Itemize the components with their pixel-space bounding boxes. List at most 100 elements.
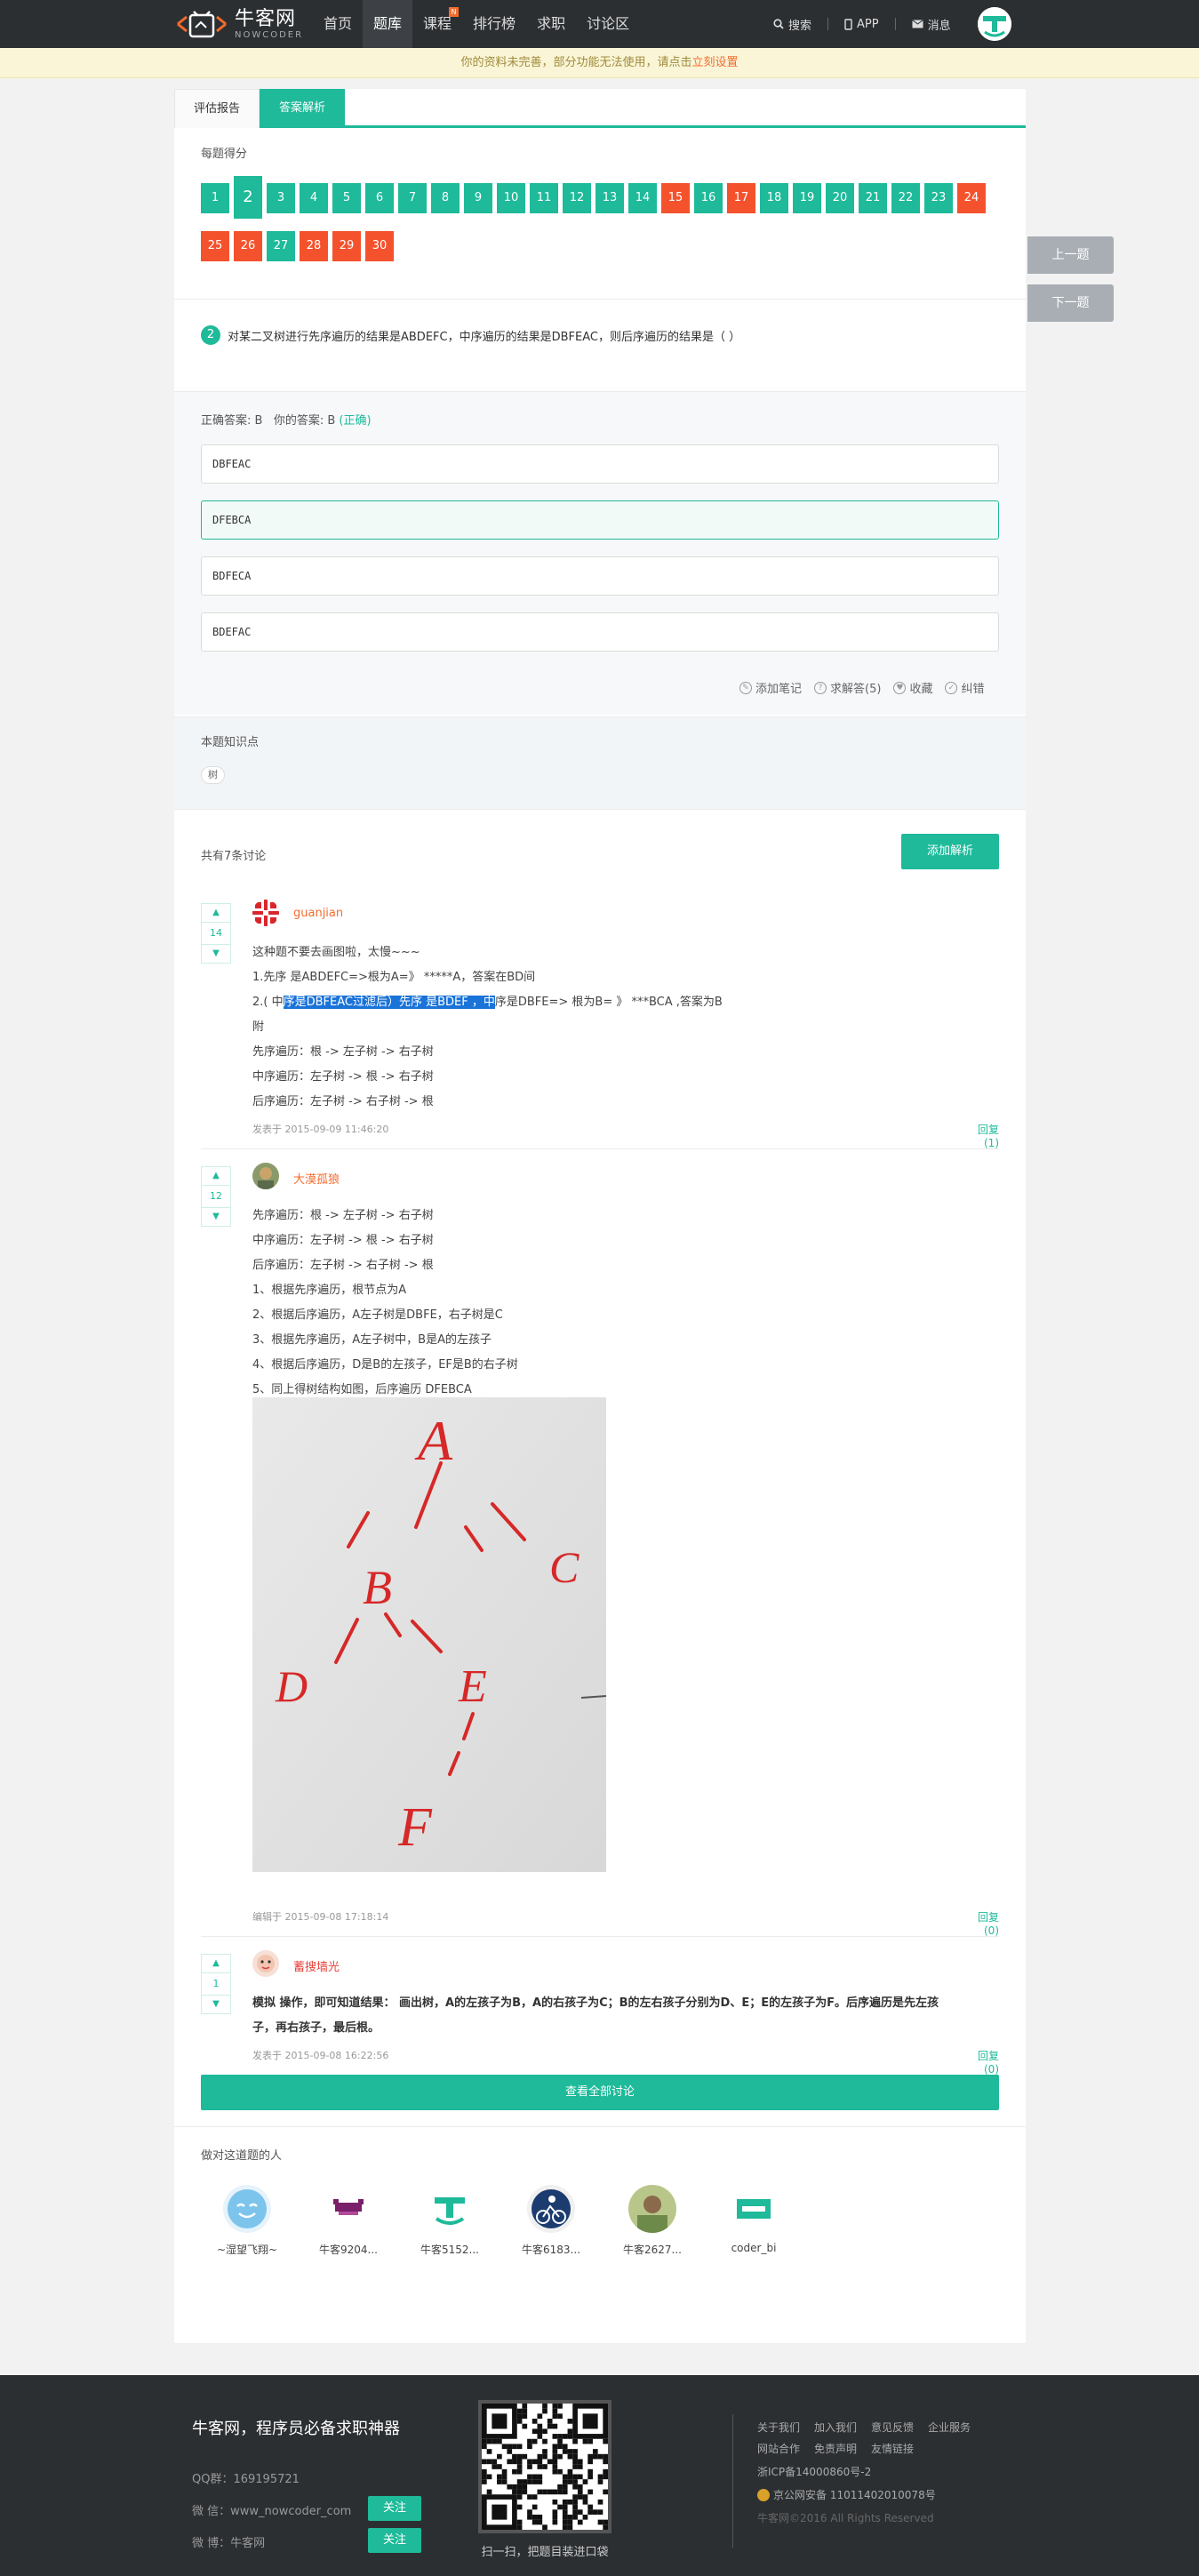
option-d[interactable]: BDEFAC <box>201 612 999 652</box>
search-link[interactable]: 搜索 <box>773 16 811 33</box>
comment-line: 子，再右孩子，最后根。 <box>252 2021 380 2035</box>
score-cell[interactable]: 19 <box>793 183 821 213</box>
reply-link[interactable]: 回复(0) <box>963 1909 999 1937</box>
footer-link-join[interactable]: 加入我们 <box>814 2420 857 2435</box>
reply-link[interactable]: 回复(0) <box>963 2048 999 2076</box>
downvote-button[interactable]: ▼ <box>201 1207 231 1227</box>
score-cell[interactable]: 16 <box>694 183 723 213</box>
upvote-button[interactable]: ▲ <box>201 1166 231 1186</box>
score-cell[interactable]: 7 <box>398 183 427 213</box>
handwritten-tree-photo[interactable]: A B C D E F <box>252 1397 607 1872</box>
score-cell[interactable]: 9 <box>464 183 492 213</box>
nav-courses[interactable]: 课程 N <box>412 0 462 48</box>
footer-link-feedback[interactable]: 意见反馈 <box>871 2420 914 2435</box>
add-analysis-button[interactable]: 添加解析 <box>901 834 999 869</box>
tab-answer-analysis[interactable]: 答案解析 <box>260 89 345 128</box>
note-icon: ✎ <box>739 681 752 694</box>
score-cell[interactable]: 1 <box>201 183 229 213</box>
footer-links-row: 网站合作 免责声明 友情链接 <box>757 2441 914 2456</box>
comment-username[interactable]: 大漠孤狼 <box>293 1170 340 1187</box>
favorite-button[interactable]: ♥ 收藏 <box>893 679 932 696</box>
score-cell[interactable]: 8 <box>431 183 460 213</box>
nav-forum[interactable]: 讨论区 <box>576 0 640 48</box>
score-cell[interactable]: 12 <box>563 183 591 213</box>
score-cell[interactable]: 13 <box>596 183 624 213</box>
footer-link-enterprise[interactable]: 企业服务 <box>928 2420 971 2435</box>
knowledge-title: 本题知识点 <box>201 736 260 749</box>
comment-username[interactable]: guanjian <box>293 907 343 920</box>
score-cell[interactable]: 26 <box>234 231 262 261</box>
solver-user[interactable]: 牛客5152... <box>405 2185 494 2257</box>
report-error-button[interactable]: ✓ 纠错 <box>945 679 984 696</box>
discussion-count: 共有7条讨论 <box>201 850 267 863</box>
wrench-icon: ✓ <box>945 681 958 694</box>
comment-avatar[interactable] <box>252 900 279 926</box>
user-avatar[interactable] <box>978 7 1011 41</box>
score-cell[interactable]: 10 <box>497 183 525 213</box>
solver-user[interactable]: 牛客9204... <box>304 2185 393 2257</box>
option-b-selected[interactable]: DFEBCA <box>201 500 999 540</box>
add-note-button[interactable]: ✎ 添加笔记 <box>739 679 802 696</box>
score-cell[interactable]: 15 <box>661 183 690 213</box>
comment-username[interactable]: 蓄搜墙光 <box>293 1957 340 1974</box>
score-cell[interactable]: 30 <box>365 231 394 261</box>
score-cell[interactable]: 22 <box>891 183 920 213</box>
downvote-button[interactable]: ▼ <box>201 1995 231 2014</box>
tree-node-d: D <box>275 1661 308 1711</box>
prev-question-button[interactable]: 上一题 <box>1027 236 1114 274</box>
solver-user[interactable]: ~湿望飞翔~ <box>203 2185 292 2257</box>
next-question-button[interactable]: 下一题 <box>1027 284 1114 322</box>
upvote-button[interactable]: ▲ <box>201 903 231 923</box>
solver-user[interactable]: coder_bi <box>709 2185 798 2254</box>
score-cell[interactable]: 24 <box>957 183 986 213</box>
follow-wechat-button[interactable]: 关注 <box>368 2496 421 2521</box>
app-link[interactable]: APP <box>844 18 879 31</box>
envelope-icon <box>911 20 923 28</box>
score-cell[interactable]: 2 <box>234 176 262 219</box>
nav-ranking[interactable]: 排行榜 <box>462 0 526 48</box>
score-cell[interactable]: 25 <box>201 231 229 261</box>
score-cell[interactable]: 27 <box>267 231 295 261</box>
view-all-discussions-button[interactable]: 查看全部讨论 <box>201 2075 999 2110</box>
nav-question-bank[interactable]: 题库 <box>363 0 413 48</box>
site-logo[interactable]: 牛客网 NOWCODER <box>174 5 303 43</box>
score-cell[interactable]: 21 <box>859 183 887 213</box>
solver-user[interactable]: 牛客6183... <box>507 2185 596 2257</box>
messages-link[interactable]: 消息 <box>911 16 951 33</box>
comment-avatar[interactable] <box>252 1163 279 1189</box>
option-a[interactable]: DBFEAC <box>201 444 999 484</box>
solver-user[interactable]: 牛客2627... <box>608 2185 697 2257</box>
ask-answer-button[interactable]: ? 求解答(5) <box>814 679 881 696</box>
footer-icp: 浙ICP备14000860号-2 <box>757 2466 872 2478</box>
comment-avatar[interactable] <box>252 1950 279 1977</box>
score-cell[interactable]: 20 <box>826 183 854 213</box>
score-cell[interactable]: 18 <box>760 183 788 213</box>
follow-weibo-button[interactable]: 关注 <box>368 2528 421 2553</box>
score-cell[interactable]: 28 <box>300 231 328 261</box>
score-cell[interactable]: 29 <box>332 231 361 261</box>
reply-link[interactable]: 回复(1) <box>963 1122 999 1149</box>
score-cell[interactable]: 4 <box>300 183 328 213</box>
nav-home[interactable]: 首页 <box>313 0 363 48</box>
score-cell[interactable]: 11 <box>530 183 558 213</box>
score-cell[interactable]: 17 <box>727 183 755 213</box>
footer-link-cooperation[interactable]: 网站合作 <box>757 2441 800 2456</box>
option-c[interactable]: BDFECA <box>201 556 999 596</box>
footer-link-disclaimer[interactable]: 免责声明 <box>814 2441 857 2456</box>
nav-jobs[interactable]: 求职 <box>526 0 576 48</box>
vote-widget: ▲ 12 ▼ <box>201 1166 231 1232</box>
notice-setup-link[interactable]: 立刻设置 <box>692 56 739 69</box>
downvote-button[interactable]: ▼ <box>201 944 231 964</box>
tab-evaluation-report[interactable]: 评估报告 <box>174 89 260 128</box>
footer-link-about[interactable]: 关于我们 <box>757 2420 800 2435</box>
answer-summary: 正确答案: B 你的答案: B (正确) <box>201 411 372 428</box>
score-cell[interactable]: 6 <box>365 183 394 213</box>
upvote-button[interactable]: ▲ <box>201 1954 231 1973</box>
knowledge-tag[interactable]: 树 <box>201 766 225 784</box>
score-cell[interactable]: 14 <box>628 183 657 213</box>
score-cell[interactable]: 23 <box>924 183 953 213</box>
score-cell[interactable]: 3 <box>267 183 295 213</box>
comment-line: 先序遍历：根 -> 左子树 -> 右子树 <box>252 1045 434 1059</box>
footer-link-friends[interactable]: 友情链接 <box>871 2441 914 2456</box>
score-cell[interactable]: 5 <box>332 183 361 213</box>
